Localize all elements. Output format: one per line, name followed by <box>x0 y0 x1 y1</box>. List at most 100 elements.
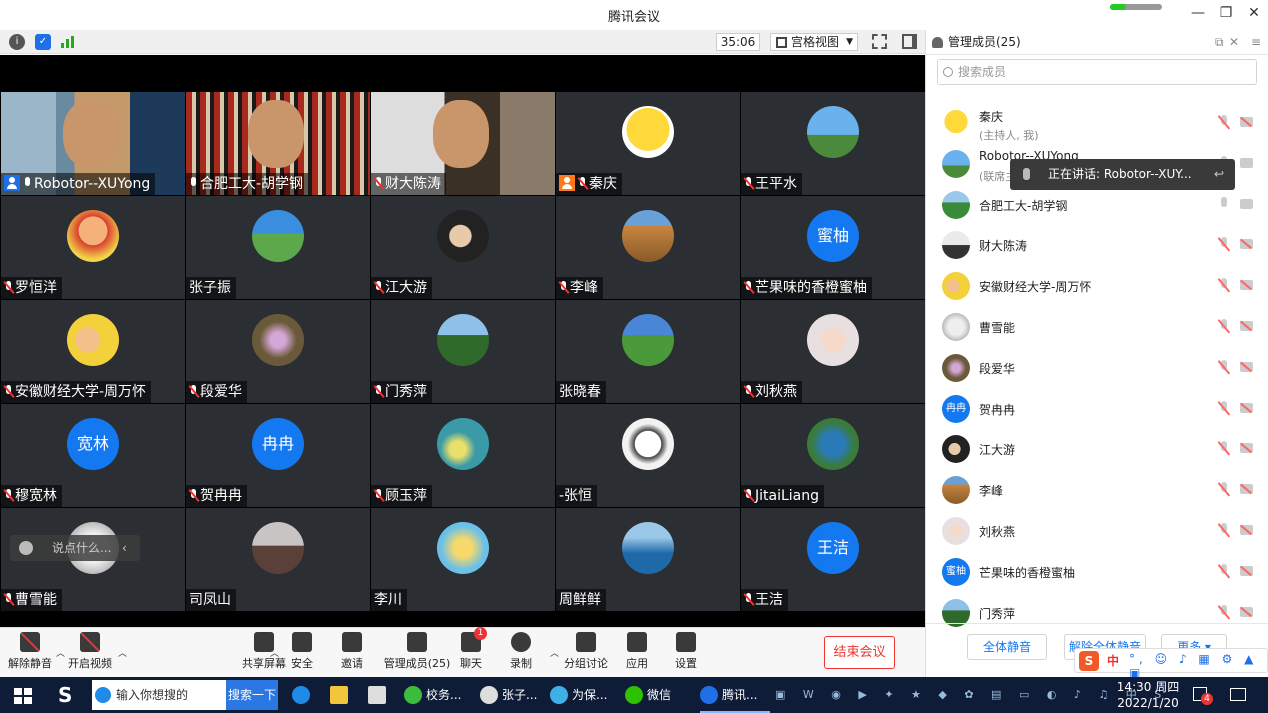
mic-muted-icon[interactable] <box>1219 563 1229 579</box>
member-row[interactable]: 李峰 <box>926 470 1268 510</box>
member-row[interactable]: 曹雪能 <box>926 307 1268 347</box>
camera-off-icon[interactable] <box>1240 239 1253 250</box>
chevron-up-icon[interactable]: ︿ <box>56 646 65 659</box>
mic-muted-icon[interactable] <box>1219 237 1229 252</box>
video-tile[interactable]: JitaiLiang <box>741 404 925 507</box>
video-tile[interactable]: 王洁 王洁 <box>741 508 925 611</box>
system-tray[interactable]: ▣ W ◉ ▶ ✦ ★ ◆ ✿ ▤ ▭ ◐ ♪ ♫ 中 S <box>775 677 1161 713</box>
store-icon[interactable] <box>368 677 388 713</box>
taskbar-app[interactable]: 微信 <box>625 677 695 713</box>
video-tile[interactable]: 顾玉萍 <box>371 404 555 507</box>
mic-muted-icon[interactable] <box>1219 115 1229 130</box>
record-button[interactable]: 录制 <box>491 632 551 671</box>
maximize-button[interactable]: ❐ <box>1216 5 1236 21</box>
taskbar-app[interactable]: 为保... <box>550 677 620 713</box>
mute-all-button[interactable]: 全体静音 <box>967 634 1047 660</box>
video-tile[interactable]: 安徽财经大学-周万怀 <box>1 300 185 403</box>
end-meeting-button[interactable]: 结束会议 <box>824 636 895 669</box>
camera-off-icon[interactable] <box>1240 117 1253 127</box>
close-button[interactable]: ✕ <box>1244 5 1264 21</box>
video-tile[interactable]: 王平水 <box>741 92 925 195</box>
mic-off-button[interactable]: 解除静音 <box>0 632 60 671</box>
action-center-icon[interactable] <box>1230 677 1246 713</box>
panel-menu-icon[interactable]: ≡ <box>1251 30 1261 55</box>
edge-app-icon[interactable] <box>292 677 312 713</box>
mic-muted-icon[interactable] <box>1219 319 1229 334</box>
video-tile[interactable]: 蜜柚 芒果味的香橙蜜柚 <box>741 196 925 299</box>
mic-muted-icon[interactable] <box>1219 359 1229 375</box>
video-tile[interactable]: 合肥工大-胡学钢 <box>186 92 370 195</box>
signal-icon[interactable] <box>61 36 75 48</box>
video-tile[interactable]: 宽林 穆宽林 <box>1 404 185 507</box>
camera-off-icon[interactable] <box>1240 157 1253 168</box>
taskbar-search-button[interactable]: 搜索一下 <box>226 680 278 710</box>
video-tile[interactable]: 财大陈涛 <box>371 92 555 195</box>
ime-toolbar[interactable]: S 中 °, ☺ ♪ ▦ ⚙ ▲ ▣ <box>1074 648 1268 680</box>
video-tile[interactable]: 张子振 <box>186 196 370 299</box>
chevron-up-icon[interactable]: ︿ <box>118 646 127 659</box>
member-row[interactable]: 刘秋燕 <box>926 511 1268 551</box>
reply-icon[interactable]: ↩ <box>1214 159 1224 190</box>
chat-quick-input[interactable]: 说点什么... ‹ <box>10 535 140 561</box>
emoji-icon[interactable] <box>19 541 33 555</box>
clock[interactable]: 14:30 周四 2022/1/20 <box>1114 679 1182 711</box>
video-tile[interactable]: 段爱华 <box>186 300 370 403</box>
taskbar-search-input[interactable]: 输入你想搜的 <box>92 680 226 710</box>
mic-muted-icon[interactable] <box>1219 441 1229 456</box>
chevron-left-icon[interactable]: ‹ <box>122 535 127 561</box>
shield-icon[interactable]: ✓ <box>35 34 51 50</box>
video-tile[interactable]: 冉冉 贺冉冉 <box>186 404 370 507</box>
minimize-button[interactable]: — <box>1188 5 1208 21</box>
taskbar-app[interactable]: 校务... <box>404 677 474 713</box>
video-tile[interactable]: 张晓春 <box>556 300 740 403</box>
taskbar-app[interactable]: 腾讯... <box>700 677 770 713</box>
info-icon[interactable]: i <box>9 34 25 50</box>
video-tile[interactable]: 李川 <box>371 508 555 611</box>
camera-off-icon[interactable] <box>1240 402 1253 413</box>
member-search-input[interactable]: 搜索成员 <box>937 59 1257 85</box>
video-tile[interactable]: 刘秋燕 <box>741 300 925 403</box>
video-tile[interactable]: 罗恒洋 <box>1 196 185 299</box>
video-tile[interactable]: 李峰 <box>556 196 740 299</box>
chevron-up-icon[interactable]: ︿ <box>550 646 559 659</box>
camera-off-icon[interactable] <box>1240 565 1253 576</box>
camera-off-icon[interactable] <box>1240 443 1253 454</box>
mic-muted-icon[interactable] <box>1219 482 1229 497</box>
gear-button[interactable]: 设置 <box>656 632 716 671</box>
video-tile[interactable]: Robotor--XUYong <box>1 92 185 195</box>
notification-icon[interactable]: 4 <box>1193 677 1213 713</box>
mic-muted-icon[interactable] <box>1219 604 1229 620</box>
member-row[interactable]: 财大陈涛 <box>926 225 1268 265</box>
member-row[interactable]: 段爱华 <box>926 348 1268 388</box>
member-row[interactable]: 江大游 <box>926 429 1268 469</box>
chevron-up-icon[interactable]: ︿ <box>270 646 279 659</box>
camera-off-icon[interactable] <box>1240 198 1253 209</box>
camera-off-icon[interactable] <box>1240 361 1253 372</box>
camera-off-icon[interactable] <box>1240 280 1253 291</box>
camera-off-button[interactable]: 开启视频 <box>60 632 120 671</box>
camera-off-icon[interactable] <box>1240 606 1253 617</box>
camera-off-icon[interactable] <box>1240 525 1253 535</box>
folder-icon[interactable] <box>330 677 350 713</box>
video-tile[interactable]: -张恒 <box>556 404 740 507</box>
mic-muted-icon[interactable] <box>1219 400 1229 416</box>
panel-close-icon[interactable]: ✕ <box>1229 30 1239 55</box>
video-tile[interactable]: 门秀萍 <box>371 300 555 403</box>
invite-button[interactable]: 邀请 <box>322 632 382 671</box>
view-mode-dropdown[interactable]: 宫格视图 ▼ <box>770 33 858 51</box>
mic-muted-icon[interactable] <box>1219 523 1229 538</box>
member-row[interactable]: 冉冉 贺冉冉 <box>926 389 1268 429</box>
member-row[interactable]: 秦庆 (主持人, 我) <box>926 103 1268 143</box>
start-icon[interactable] <box>14 688 32 704</box>
video-tile[interactable]: 江大游 <box>371 196 555 299</box>
fullscreen-icon[interactable] <box>872 34 887 49</box>
mic-icon[interactable] <box>1219 196 1229 212</box>
sidebar-toggle-icon[interactable] <box>902 34 917 49</box>
popout-icon[interactable]: ⧉ <box>1215 30 1224 55</box>
camera-off-icon[interactable] <box>1240 321 1253 331</box>
member-row[interactable]: 蜜柚 芒果味的香橙蜜柚 <box>926 552 1268 592</box>
member-row[interactable]: 安徽财经大学-周万怀 <box>926 266 1268 306</box>
sogou-s-icon[interactable]: S <box>58 677 80 713</box>
camera-off-icon[interactable] <box>1240 484 1253 495</box>
mic-muted-icon[interactable] <box>1219 278 1229 293</box>
